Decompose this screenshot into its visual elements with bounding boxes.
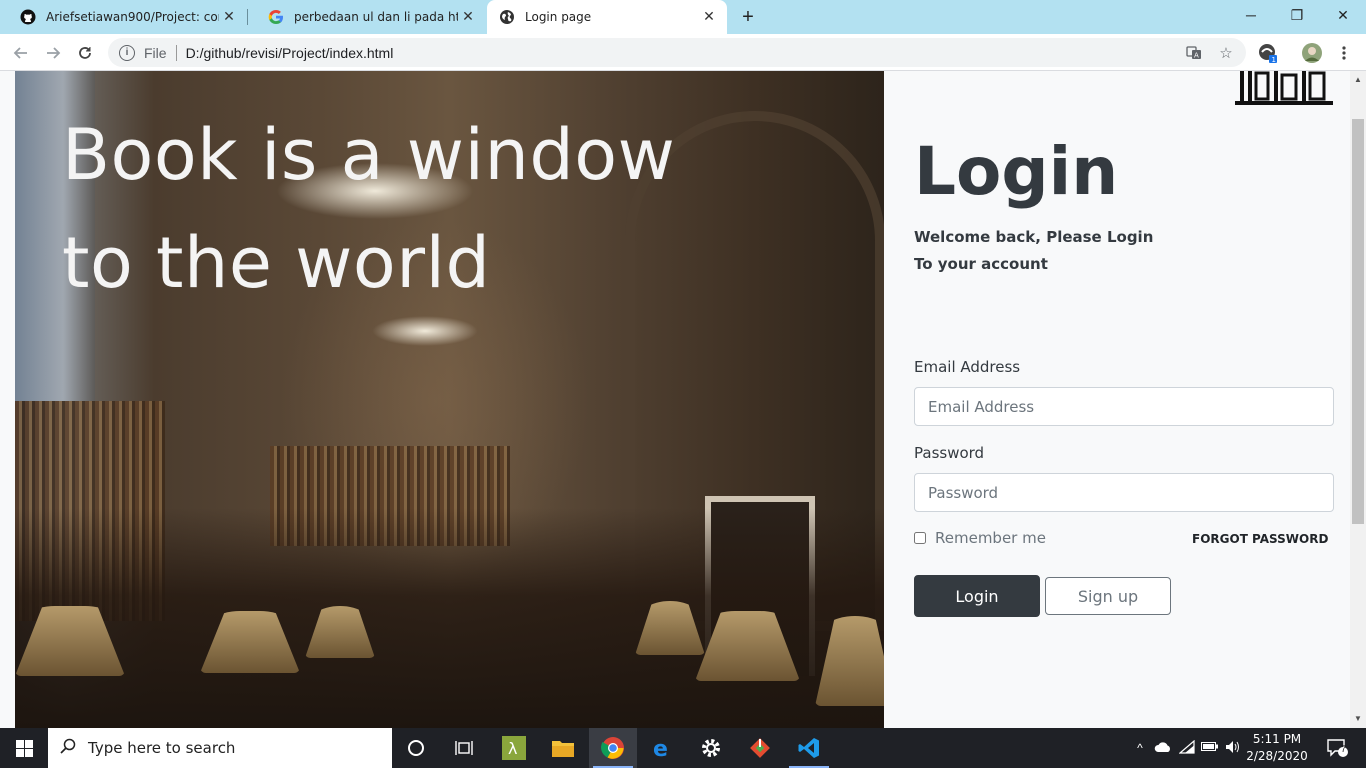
minimize-button[interactable]: ─ bbox=[1228, 0, 1274, 30]
security-label: File bbox=[144, 44, 167, 61]
taskbar-app-edge[interactable]: e bbox=[638, 728, 686, 768]
onedrive-icon[interactable] bbox=[1150, 741, 1176, 756]
translate-icon[interactable]: A bbox=[1185, 44, 1203, 62]
email-field[interactable] bbox=[914, 387, 1334, 426]
chevron-up-icon[interactable]: ^ bbox=[1130, 741, 1150, 755]
tab-title: perbedaan ul dan li pada html - G bbox=[294, 10, 458, 24]
close-icon[interactable]: ✕ bbox=[458, 9, 478, 25]
task-view-icon bbox=[455, 741, 473, 755]
svg-text:1: 1 bbox=[1272, 56, 1276, 64]
library-logo-icon bbox=[1234, 71, 1334, 109]
system-tray: ^ bbox=[1130, 728, 1244, 768]
tab-google[interactable]: perbedaan ul dan li pada html - G ✕ bbox=[248, 0, 486, 34]
menu-icon[interactable] bbox=[1331, 40, 1357, 66]
taskbar-app-chrome[interactable] bbox=[589, 728, 637, 768]
google-icon bbox=[268, 9, 284, 25]
info-icon[interactable]: i bbox=[119, 44, 135, 61]
password-field[interactable] bbox=[914, 473, 1334, 512]
cortana-icon bbox=[408, 740, 424, 756]
gear-icon bbox=[702, 739, 720, 757]
forward-button[interactable] bbox=[40, 40, 66, 66]
lambda-icon: λ bbox=[502, 736, 526, 760]
email-label: Email Address bbox=[914, 358, 1021, 376]
taskbar-search[interactable]: Type here to search bbox=[48, 728, 392, 768]
login-panel: Login Welcome back, Please Login To your… bbox=[898, 71, 1350, 728]
github-icon bbox=[20, 9, 36, 25]
welcome-text: Welcome back, Please Login To your accou… bbox=[914, 224, 1153, 278]
browser-toolbar: i File D:/github/revisi/Project/index.ht… bbox=[0, 34, 1366, 71]
url-text[interactable]: D:/github/revisi/Project/index.html bbox=[186, 45, 394, 61]
edge-icon: e bbox=[653, 737, 668, 759]
svg-text:λ: λ bbox=[508, 739, 517, 758]
scroll-down-icon[interactable]: ▼ bbox=[1353, 714, 1363, 723]
restore-button[interactable]: ❐ bbox=[1274, 0, 1320, 30]
svg-text:e: e bbox=[653, 737, 668, 759]
page-title: Login bbox=[914, 133, 1119, 210]
tab-title: Ariefsetiawan900/Project: contin bbox=[46, 10, 219, 24]
hero-headline: Book is a window to the world bbox=[62, 101, 762, 317]
tab-github[interactable]: Ariefsetiawan900/Project: contin ✕ bbox=[0, 0, 247, 34]
password-label: Password bbox=[914, 444, 985, 462]
profile-avatar[interactable] bbox=[1299, 40, 1325, 66]
start-button[interactable] bbox=[0, 728, 48, 768]
globe-icon bbox=[499, 9, 515, 25]
page-viewport: Book is a window to the world Login Welc… bbox=[0, 71, 1366, 728]
taskbar: Type here to search λ e ^ 5:11 PM 2/28/2… bbox=[0, 728, 1366, 768]
back-button[interactable] bbox=[8, 40, 34, 66]
volume-icon[interactable] bbox=[1222, 740, 1244, 757]
close-window-button[interactable]: ✕ bbox=[1320, 0, 1366, 30]
clock[interactable]: 5:11 PM 2/28/2020 bbox=[1246, 731, 1308, 765]
remember-label: Remember me bbox=[935, 529, 1046, 547]
hero-image: Book is a window to the world bbox=[15, 71, 884, 728]
task-view-button[interactable] bbox=[440, 728, 488, 768]
login-button[interactable]: Login bbox=[914, 575, 1040, 617]
chrome-icon bbox=[601, 737, 624, 759]
notification-count: 7 bbox=[1341, 744, 1347, 754]
remember-me: Remember me bbox=[914, 529, 1046, 547]
taskbar-app-git[interactable] bbox=[736, 728, 784, 768]
tab-login-page[interactable]: Login page ✕ bbox=[487, 0, 727, 34]
vscode-icon bbox=[798, 738, 819, 758]
taskbar-app-vscode[interactable] bbox=[785, 728, 833, 768]
extension-icon[interactable]: 1 bbox=[1255, 40, 1281, 66]
new-tab-button[interactable]: + bbox=[737, 4, 759, 30]
signup-button[interactable]: Sign up bbox=[1045, 577, 1171, 615]
folder-icon bbox=[552, 741, 574, 757]
windows-icon bbox=[15, 739, 33, 757]
clock-date: 2/28/2020 bbox=[1246, 749, 1308, 763]
battery-icon[interactable] bbox=[1198, 741, 1222, 755]
taskbar-app-settings[interactable] bbox=[687, 728, 735, 768]
remember-checkbox[interactable] bbox=[914, 532, 926, 544]
cortana-button[interactable] bbox=[392, 728, 440, 768]
scrollbar[interactable]: ▲ ▼ bbox=[1350, 71, 1366, 728]
close-icon[interactable]: ✕ bbox=[219, 9, 239, 25]
scrollbar-thumb[interactable] bbox=[1352, 119, 1364, 524]
star-icon[interactable]: ☆ bbox=[1217, 44, 1235, 62]
welcome-line-1: Welcome back, Please Login bbox=[914, 228, 1154, 246]
tab-strip: Ariefsetiawan900/Project: contin ✕ perbe… bbox=[0, 0, 1366, 34]
arrow-right-icon bbox=[47, 47, 61, 59]
wifi-icon[interactable] bbox=[1176, 739, 1198, 757]
clock-time: 5:11 PM bbox=[1252, 732, 1302, 746]
welcome-line-2: To your account bbox=[914, 255, 1048, 273]
notification-center[interactable]: 7 bbox=[1314, 728, 1362, 768]
search-icon bbox=[60, 738, 76, 758]
scroll-up-icon[interactable]: ▲ bbox=[1353, 75, 1363, 84]
divider bbox=[175, 44, 177, 61]
hero-line-2: to the world bbox=[62, 222, 491, 304]
arrow-left-icon bbox=[13, 47, 27, 59]
forgot-password-link[interactable]: FORGOT PASSWORD bbox=[1192, 532, 1328, 546]
taskbar-app-explorer[interactable] bbox=[539, 728, 587, 768]
reload-button[interactable] bbox=[72, 40, 98, 66]
address-bar[interactable]: i File D:/github/revisi/Project/index.ht… bbox=[108, 38, 1246, 67]
search-placeholder: Type here to search bbox=[88, 739, 236, 757]
hero-line-1: Book is a window bbox=[62, 114, 676, 196]
tab-title: Login page bbox=[525, 10, 592, 24]
git-icon bbox=[750, 738, 770, 758]
svg-text:A: A bbox=[1194, 52, 1199, 60]
reload-icon bbox=[79, 47, 91, 59]
close-icon[interactable]: ✕ bbox=[699, 9, 719, 25]
taskbar-app-lambda[interactable]: λ bbox=[490, 728, 538, 768]
